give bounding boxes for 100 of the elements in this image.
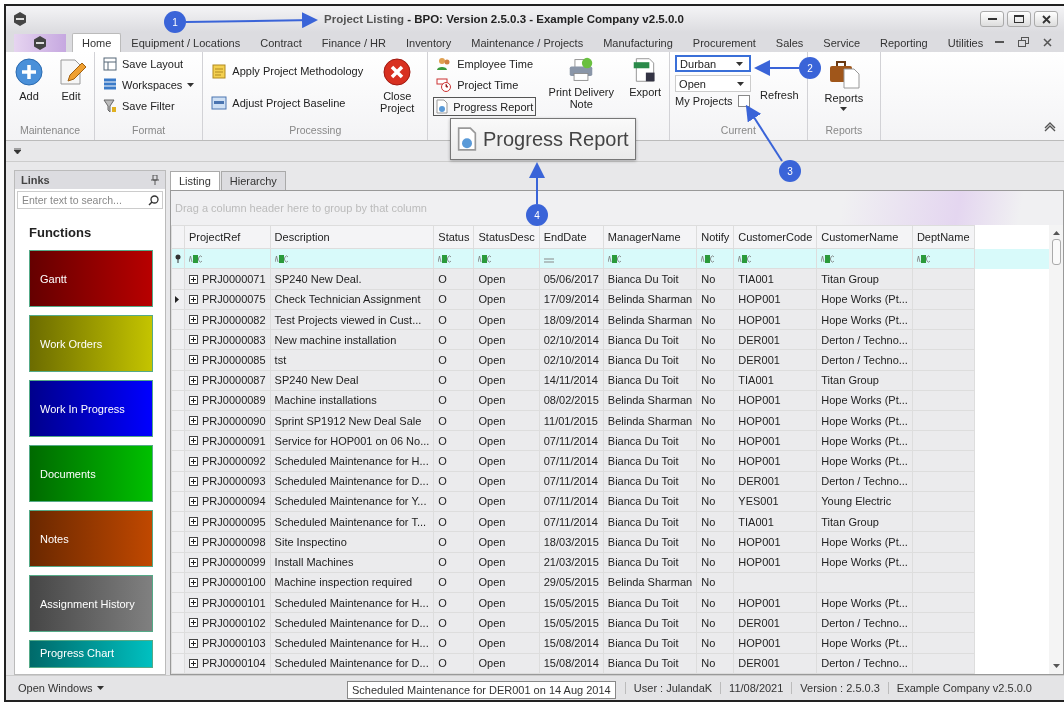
function-tile[interactable]: Assignment History: [29, 575, 153, 632]
expand-icon[interactable]: [189, 315, 198, 324]
ribbon-tab[interactable]: Finance / HR: [311, 33, 396, 52]
print-delivery-note-button[interactable]: Print Delivery Note: [542, 55, 621, 112]
edit-button[interactable]: Edit: [53, 55, 89, 104]
table-cell: O: [438, 374, 447, 387]
column-header[interactable]: Notify: [696, 225, 734, 249]
text-filter-icon[interactable]: [274, 254, 289, 263]
table-cell: PRJ0000102: [202, 616, 266, 629]
minimize-button[interactable]: [980, 11, 1004, 27]
ribbon-tab[interactable]: Inventory: [396, 33, 462, 52]
table-cell: Open: [478, 414, 506, 427]
column-header[interactable]: EndDate: [539, 225, 604, 249]
group-label: Maintenance: [18, 124, 82, 138]
expand-icon[interactable]: [189, 335, 198, 345]
expand-icon[interactable]: [189, 416, 198, 426]
employee-time-button[interactable]: Employee Time: [433, 55, 537, 73]
customize-toolbar-icon[interactable]: [14, 148, 21, 154]
expand-icon[interactable]: [189, 497, 198, 506]
expand-icon[interactable]: [189, 436, 198, 446]
search-icon[interactable]: [148, 195, 159, 206]
refresh-button[interactable]: Refresh: [757, 55, 802, 103]
text-filter-icon[interactable]: [916, 254, 931, 263]
close-project-button[interactable]: Close Project: [372, 55, 423, 116]
project-time-button[interactable]: Project Time: [433, 76, 537, 94]
add-button[interactable]: Add: [11, 55, 47, 104]
expand-icon[interactable]: [189, 375, 198, 385]
column-header[interactable]: Description: [270, 225, 434, 249]
reports-button[interactable]: Reports: [821, 55, 867, 113]
expand-icon[interactable]: [189, 395, 198, 405]
expand-icon[interactable]: [189, 274, 198, 284]
expand-icon[interactable]: [189, 456, 198, 466]
function-tile[interactable]: Work Orders: [29, 315, 153, 372]
application-menu-button[interactable]: [14, 34, 66, 52]
expand-icon[interactable]: [189, 294, 198, 304]
ribbon-tab[interactable]: Reporting: [870, 33, 938, 52]
text-filter-icon[interactable]: [701, 254, 716, 263]
apply-methodology-button[interactable]: Apply Project Methodology: [208, 61, 367, 81]
function-tile[interactable]: Gantt: [29, 250, 153, 307]
expand-icon[interactable]: [189, 598, 198, 608]
ribbon-tab[interactable]: Equipment / Locations: [121, 33, 251, 52]
view-tab[interactable]: Listing: [170, 171, 220, 190]
column-header[interactable]: CustomerCode: [733, 225, 817, 249]
expand-icon[interactable]: [189, 638, 198, 648]
export-button[interactable]: Export: [626, 55, 665, 100]
ribbon-tab[interactable]: Home: [72, 33, 122, 52]
expand-icon[interactable]: [189, 577, 198, 587]
function-tile[interactable]: Progress Chart: [29, 640, 153, 668]
expand-icon[interactable]: [189, 517, 198, 527]
function-tile[interactable]: Work In Progress: [29, 380, 153, 437]
search-field[interactable]: Enter text to search...: [17, 191, 163, 209]
scroll-thumb[interactable]: [1051, 239, 1061, 265]
expand-icon[interactable]: [189, 658, 198, 668]
function-tile[interactable]: Notes: [29, 510, 153, 567]
my-projects-checkbox[interactable]: [737, 95, 750, 107]
text-filter-icon[interactable]: [189, 254, 203, 263]
ribbon-tab[interactable]: Manufacturing: [593, 33, 683, 52]
column-header[interactable]: DeptName: [912, 225, 974, 249]
expand-icon[interactable]: [189, 476, 198, 486]
expand-icon[interactable]: [189, 355, 198, 365]
close-button[interactable]: [1034, 11, 1058, 27]
ribbon-tab[interactable]: Service: [813, 33, 871, 52]
column-header[interactable]: StatusDesc: [474, 225, 540, 249]
workspaces-button[interactable]: Workspaces: [100, 76, 198, 94]
column-header[interactable]: Status: [433, 225, 474, 249]
scroll-down-icon[interactable]: [1052, 664, 1060, 668]
table-cell: O: [438, 495, 447, 508]
maximize-button[interactable]: [1007, 11, 1031, 27]
vertical-scrollbar[interactable]: [1049, 225, 1063, 674]
ribbon-tab[interactable]: Contract: [250, 33, 312, 52]
function-tile[interactable]: Documents: [29, 445, 153, 502]
progress-report-button[interactable]: Progress Report: [433, 97, 537, 116]
collapse-ribbon-icon[interactable]: [1044, 122, 1056, 132]
expand-icon[interactable]: [189, 557, 198, 567]
column-header[interactable]: ManagerName: [603, 225, 697, 249]
ribbon-tab[interactable]: Procurement: [682, 33, 766, 52]
adjust-baseline-button[interactable]: Adjust Project Baseline: [208, 93, 367, 113]
close-icon[interactable]: [1043, 37, 1052, 47]
restore-icon[interactable]: [1018, 37, 1029, 47]
expand-icon[interactable]: [189, 537, 198, 547]
text-filter-icon[interactable]: [607, 254, 622, 263]
save-filter-button[interactable]: Save Filter: [100, 97, 198, 115]
open-windows-button[interactable]: Open Windows: [6, 682, 116, 694]
text-filter-icon[interactable]: [478, 254, 493, 263]
branch-dropdown[interactable]: Durban: [675, 55, 752, 72]
text-filter-icon[interactable]: [821, 254, 836, 263]
pin-icon[interactable]: [151, 175, 159, 185]
save-layout-button[interactable]: Save Layout: [100, 55, 198, 73]
status-dropdown[interactable]: Open: [675, 75, 752, 92]
text-filter-icon[interactable]: [738, 254, 753, 263]
view-tab[interactable]: Hierarchy: [220, 171, 286, 190]
scroll-up-icon[interactable]: [1052, 231, 1060, 235]
ribbon-tab[interactable]: Sales: [765, 33, 814, 52]
column-header[interactable]: ProjectRef: [184, 225, 271, 249]
text-filter-icon[interactable]: [438, 254, 453, 263]
table-cell: PRJ0000095: [202, 515, 266, 528]
ribbon-tab[interactable]: Utilities: [937, 33, 994, 52]
ribbon-tab[interactable]: Maintenance / Projects: [461, 33, 594, 52]
column-header[interactable]: CustomerName: [816, 225, 913, 249]
expand-icon[interactable]: [189, 618, 198, 628]
